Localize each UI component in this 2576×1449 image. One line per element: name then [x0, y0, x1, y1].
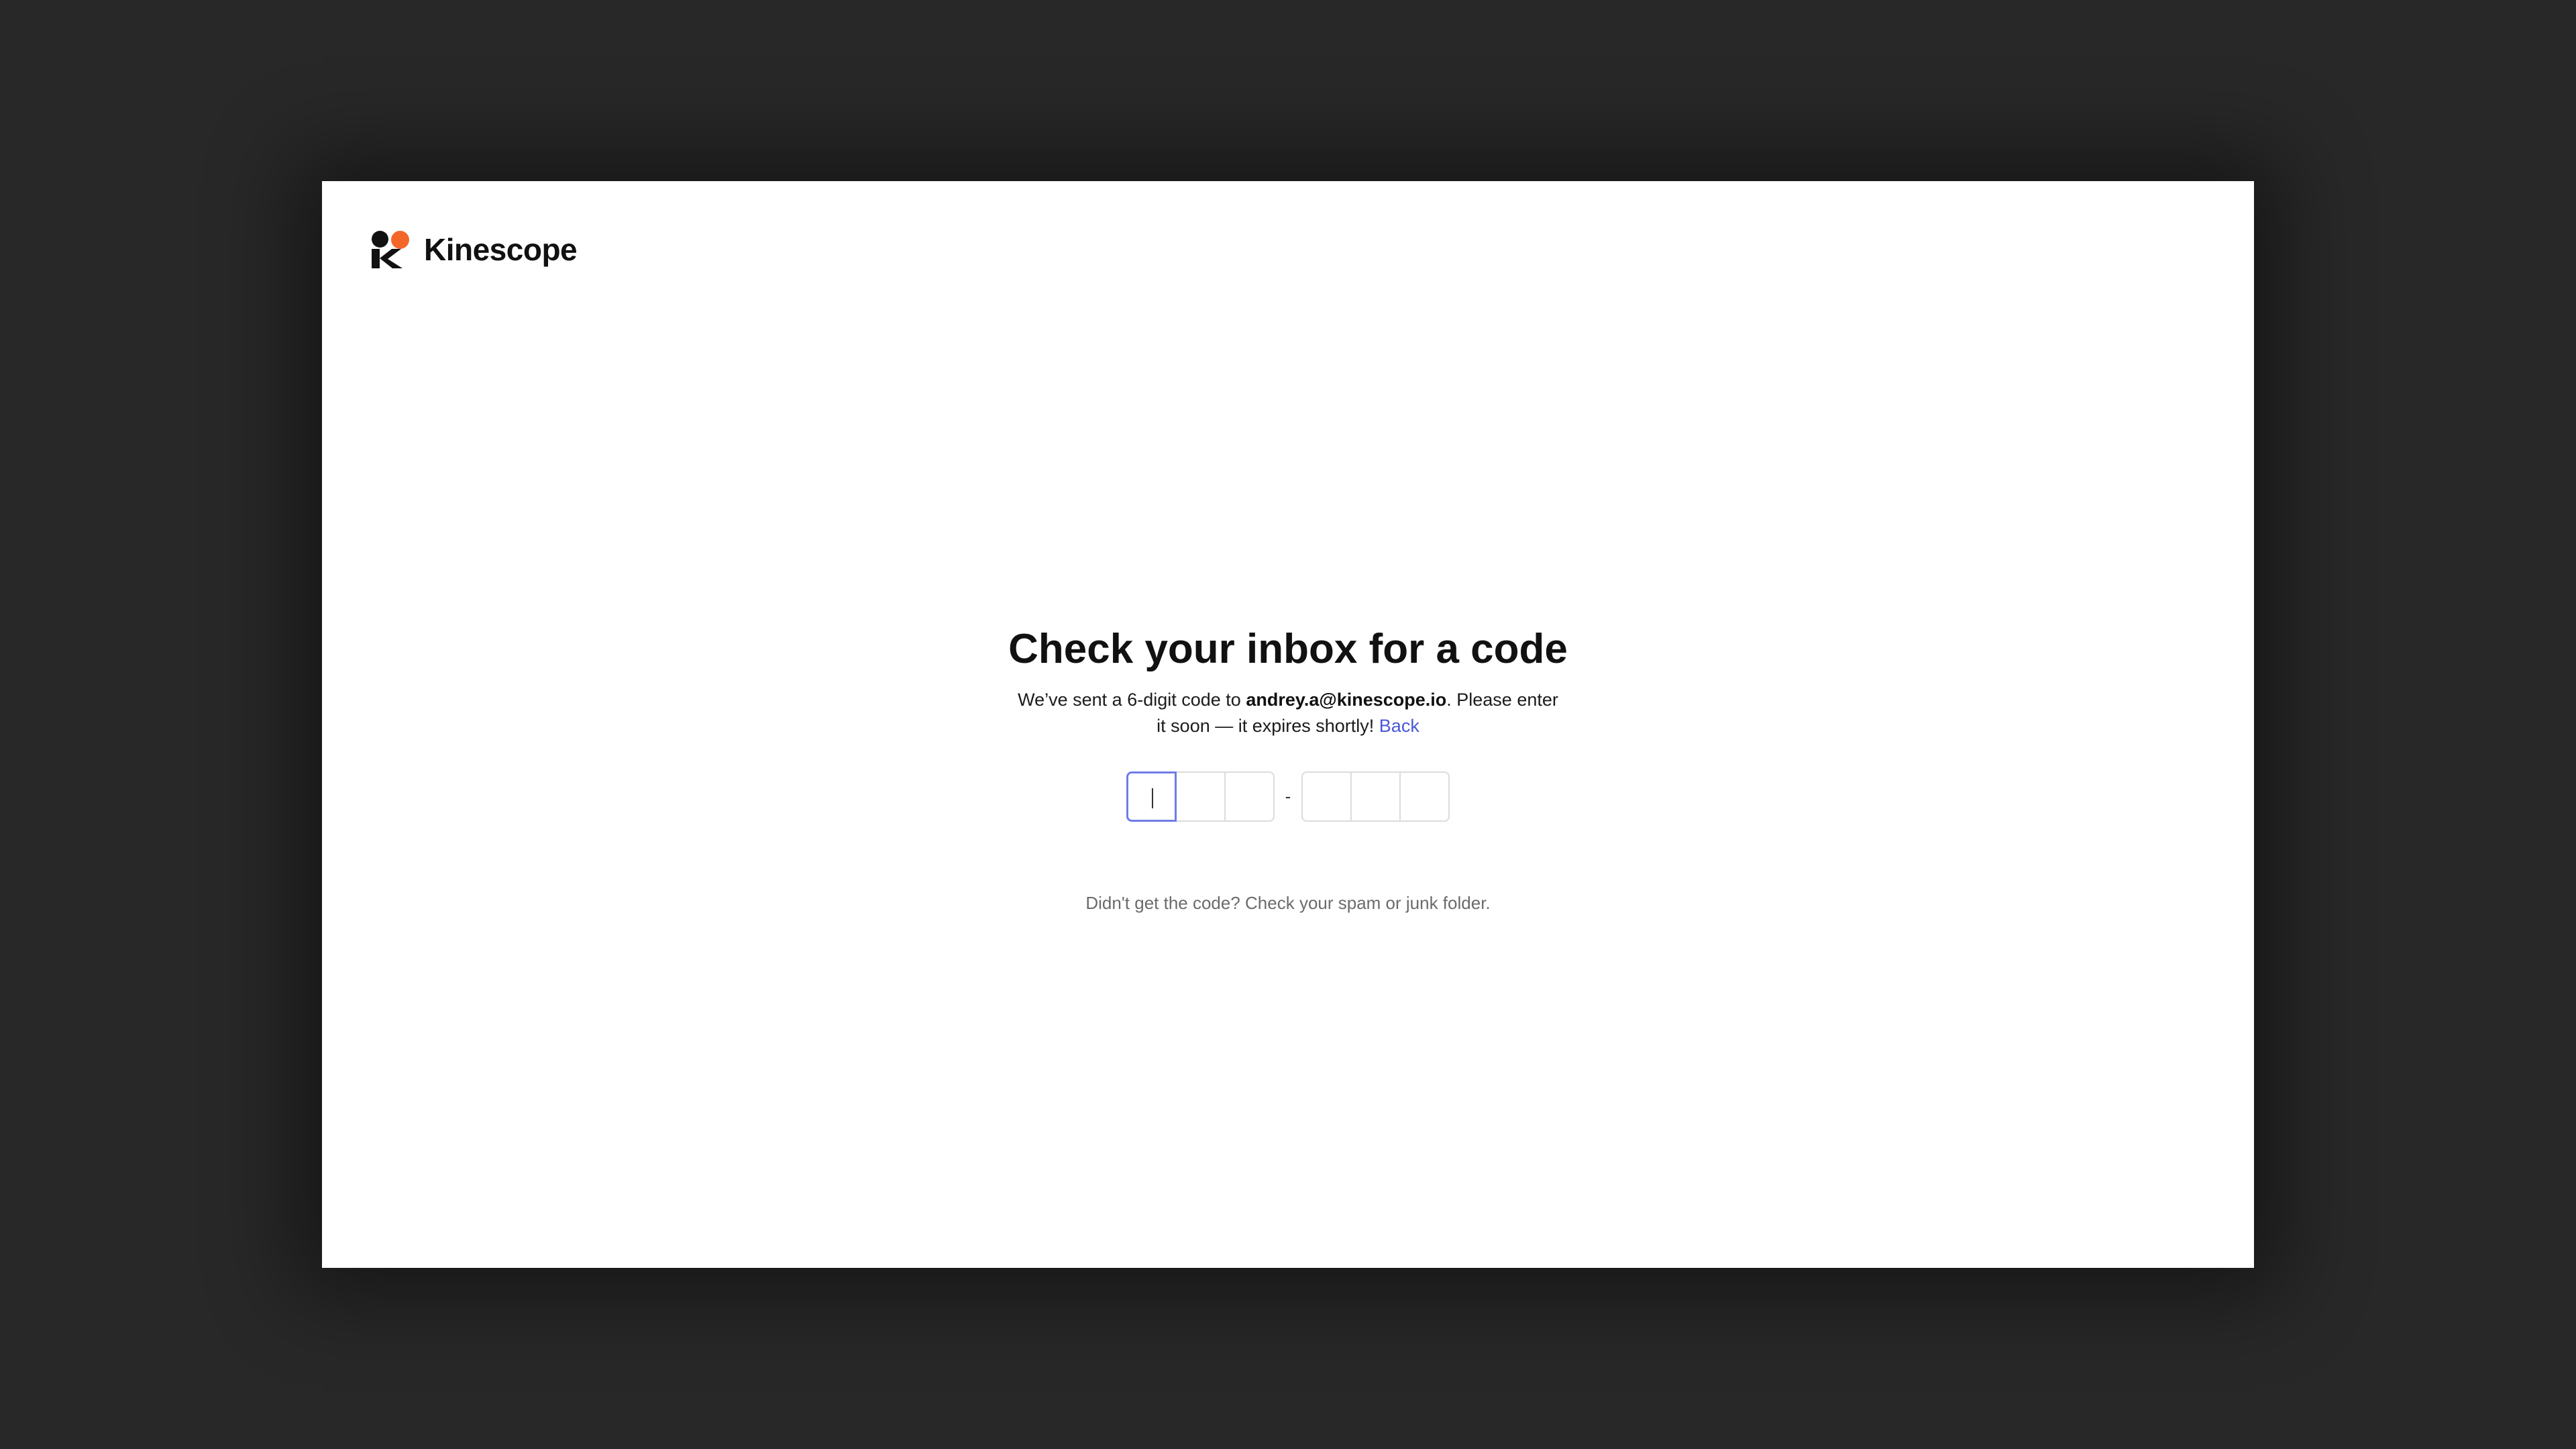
code-digit-6[interactable]: [1399, 771, 1450, 822]
code-digit-4[interactable]: [1301, 771, 1352, 822]
code-digit-1[interactable]: [1126, 771, 1177, 822]
code-group-first: [1126, 771, 1275, 822]
brand-logo[interactable]: Kinescope: [372, 229, 578, 270]
code-digit-3[interactable]: [1224, 771, 1275, 822]
back-link[interactable]: Back: [1379, 716, 1419, 736]
instruction-prefix: We’ve sent a 6-digit code to: [1018, 690, 1246, 710]
code-digit-5[interactable]: [1350, 771, 1401, 822]
code-digit-2[interactable]: [1175, 771, 1226, 822]
login-window: Kinescope Check your inbox for a code We…: [322, 181, 2254, 1268]
code-separator: -: [1285, 786, 1291, 806]
code-group-second: [1301, 771, 1450, 822]
kinescope-logo-icon: [372, 231, 411, 268]
brand-name: Kinescope: [424, 232, 578, 267]
help-text: Didn't get the code? Check your spam or …: [1085, 893, 1491, 913]
page-title: Check your inbox for a code: [1008, 626, 1568, 672]
recipient-email: andrey.a@kinescope.io: [1246, 690, 1447, 710]
text-caret: [1152, 788, 1153, 808]
verification-panel: Check your inbox for a code We’ve sent a…: [322, 624, 2254, 914]
code-input-row: -: [322, 771, 2254, 822]
instruction-text: We’ve sent a 6-digit code to andrey.a@ki…: [1013, 687, 1563, 739]
